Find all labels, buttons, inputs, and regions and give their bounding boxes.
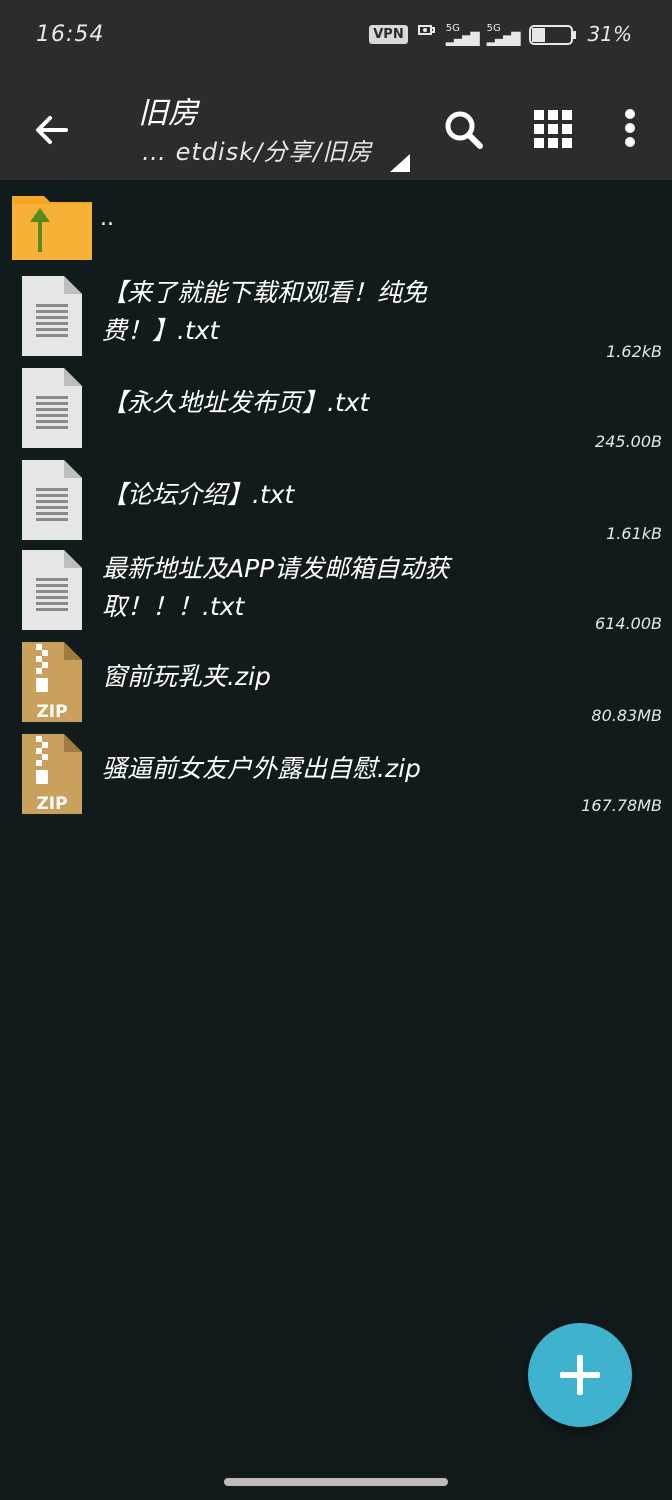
list-item-parent-dir[interactable]: .. — [0, 180, 672, 272]
parent-dir-label: .. — [100, 206, 114, 231]
text-file-icon — [22, 550, 82, 630]
app-bar: 旧房 … etdisk/分享/旧房 — [0, 76, 672, 180]
grid-icon — [534, 110, 572, 148]
battery-icon — [528, 23, 580, 45]
file-name: 骚逼前女友户外露出自慰.zip — [102, 754, 421, 783]
list-item-file[interactable]: 【永久地址发布页】.txt 245.00B — [0, 362, 672, 454]
gesture-nav-handle[interactable] — [224, 1478, 448, 1486]
svg-text:ZIP: ZIP — [36, 794, 67, 814]
file-name: 【论坛介绍】.txt — [102, 480, 295, 509]
folder-title: 旧房 — [138, 96, 198, 131]
folder-up-icon — [12, 196, 92, 260]
file-name: 【来了就能下载和观看！纯免费！】.txt — [102, 278, 428, 345]
file-size: 167.78MB — [581, 796, 662, 815]
list-item-file[interactable]: 最新地址及APP请发邮箱自动获取！！！.txt 614.00B — [0, 546, 672, 636]
add-button[interactable] — [528, 1323, 632, 1427]
file-name: 窗前玩乳夹.zip — [102, 662, 271, 691]
file-size: 614.00B — [595, 614, 662, 633]
search-icon — [445, 111, 483, 149]
text-file-icon — [22, 276, 82, 356]
file-name: 最新地址及APP请发邮箱自动获取！！！.txt — [102, 554, 450, 621]
status-time: 16:54 — [36, 22, 105, 47]
status-bar: 16:54 VPN 5G ▂▄▆█ 5G ▂▄▆█ 31% — [0, 0, 672, 76]
path-dropdown-indicator[interactable] — [390, 154, 410, 172]
file-size: 245.00B — [595, 432, 662, 451]
back-button[interactable] — [28, 106, 76, 154]
more-vert-icon — [625, 109, 635, 147]
list-item-file[interactable]: 【论坛介绍】.txt 1.61kB — [0, 454, 672, 546]
text-file-icon — [22, 460, 82, 540]
folder-path[interactable]: … etdisk/分享/旧房 — [142, 132, 372, 167]
vpn-badge: VPN — [369, 24, 408, 44]
file-size: 80.83MB — [591, 706, 662, 725]
svg-text:ZIP: ZIP — [36, 702, 67, 722]
grid-view-button[interactable] — [530, 106, 578, 154]
battery-percent: 31% — [587, 22, 632, 46]
signal-1-icon: 5G ▂▄▆█ — [445, 23, 480, 46]
list-item-file[interactable]: 【来了就能下载和观看！纯免费！】.txt 1.62kB — [0, 272, 672, 362]
zip-file-icon: ZIP — [22, 734, 82, 814]
search-button[interactable] — [440, 106, 488, 154]
list-item-file[interactable]: ZIP 骚逼前女友户外露出自慰.zip 167.78MB — [0, 728, 672, 820]
signal-2-icon: 5G ▂▄▆█ — [486, 23, 521, 46]
arrow-back-icon — [36, 116, 68, 144]
file-size: 1.62kB — [606, 342, 662, 361]
list-item-file[interactable]: ZIP 窗前玩乳夹.zip 80.83MB — [0, 636, 672, 728]
status-icons: VPN 5G ▂▄▆█ 5G ▂▄▆█ 31% — [369, 22, 632, 46]
file-size: 1.61kB — [606, 524, 662, 543]
notification-icon — [416, 22, 438, 46]
more-options-button[interactable] — [614, 106, 646, 154]
text-file-icon — [22, 368, 82, 448]
zip-file-icon: ZIP — [22, 642, 82, 722]
file-name: 【永久地址发布页】.txt — [102, 388, 370, 417]
